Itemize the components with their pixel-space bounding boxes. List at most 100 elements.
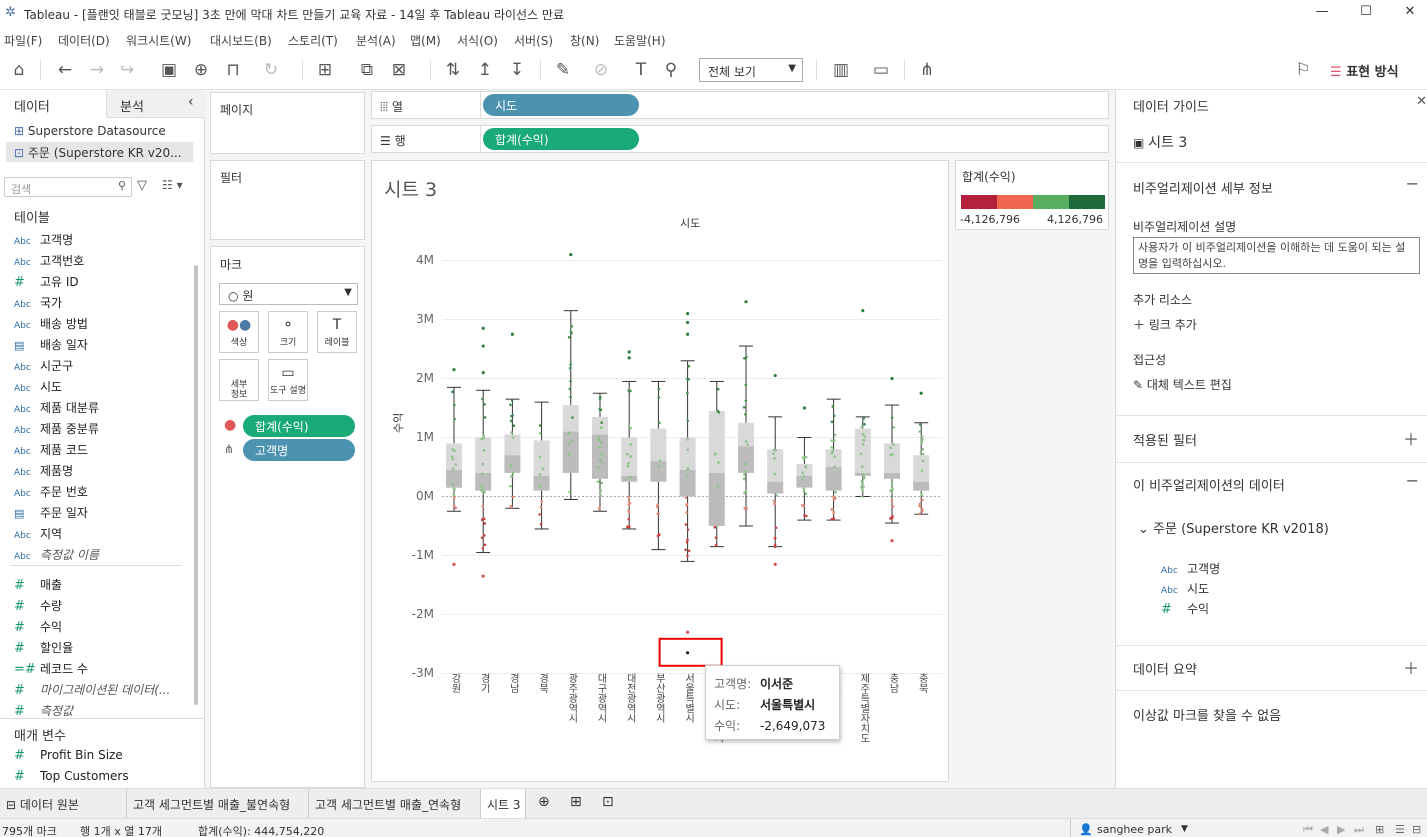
show-cards-icon[interactable]: ▥ xyxy=(830,59,852,81)
expand-icon[interactable]: ＋ xyxy=(1403,426,1419,450)
tab-data[interactable]: 데이터 xyxy=(14,96,50,115)
nav-next-icon[interactable]: ▶ xyxy=(1337,823,1345,836)
menu-window[interactable]: 창(N) xyxy=(570,32,599,49)
filters-card[interactable]: 필터 xyxy=(210,160,365,240)
field-item[interactable]: Abc 고객명 xyxy=(14,231,73,251)
pause-update-icon[interactable]: ⊓ xyxy=(222,59,244,81)
field-item[interactable]: # 고유 ID xyxy=(14,273,79,293)
swap-icon[interactable]: ⇅ xyxy=(442,59,464,81)
view-options-icon[interactable]: ☷ ▾ xyxy=(162,178,183,192)
datasource-item-selected[interactable]: ⊡ 주문 (Superstore KR v20... xyxy=(6,142,193,162)
refresh-icon[interactable]: ↻ xyxy=(260,59,282,81)
filter-icon[interactable]: ▽ xyxy=(137,178,147,193)
new-sheet-icon[interactable]: ⊞ xyxy=(314,59,336,81)
show-me-button[interactable]: ☰ 표현 방식 xyxy=(1330,61,1399,80)
new-worksheet-icon[interactable]: ⊕ xyxy=(538,789,550,819)
menu-map[interactable]: 맵(M) xyxy=(410,32,441,49)
field-item[interactable]: # 매출 xyxy=(14,576,62,596)
field-item[interactable]: Abc 고객번호 xyxy=(14,252,84,272)
new-story-icon[interactable]: ⊡ xyxy=(602,789,614,819)
mark-pill-profit[interactable]: 합계(수익) xyxy=(243,415,355,437)
tab-sheet[interactable]: 고객 세그먼트별 매출_불연속형 xyxy=(126,789,306,819)
new-dashboard-icon[interactable]: ⊞ xyxy=(570,789,582,819)
field-item[interactable]: =# 레코드 수 xyxy=(14,660,88,680)
menu-worksheet[interactable]: 워크시트(W) xyxy=(126,32,191,49)
field-item[interactable]: # Top Customers xyxy=(14,769,129,789)
tab-sheet[interactable]: 고객 세그먼트별 매출_연속형 xyxy=(308,789,478,819)
description-textarea[interactable]: 사용자가 이 비주얼리제이션을 이해하는 데 도움이 되는 설명을 입력하십시오… xyxy=(1133,237,1420,274)
field-item[interactable]: ▤ 배송 일자 xyxy=(14,336,88,356)
expand-icon[interactable]: ＋ xyxy=(1403,655,1419,679)
viz-area[interactable]: 시트 3 시도 수익 4M 3M 2M 1M 0M -1M -2M -3M 강원 경기 경남 경북 광… xyxy=(371,160,949,782)
new-datasource-icon[interactable]: ⊕ xyxy=(190,59,212,81)
tab-analysis[interactable]: 분석 xyxy=(120,96,144,115)
datasource-item[interactable]: ⊞ Superstore Datasource xyxy=(14,124,166,138)
menu-analysis[interactable]: 분석(A) xyxy=(356,32,396,49)
menu-data[interactable]: 데이터(D) xyxy=(58,32,110,49)
close-window-button[interactable]: ✕ xyxy=(1400,4,1420,22)
replay-icon[interactable]: ↪ xyxy=(116,59,138,81)
add-link-button[interactable]: ＋ 링크 추가 xyxy=(1133,316,1197,333)
field-item[interactable]: Abc 주문 번호 xyxy=(14,483,88,503)
collapse-icon[interactable]: − xyxy=(1406,174,1419,193)
field-item[interactable]: Abc 지역 xyxy=(14,525,62,545)
presentation-mode-icon[interactable]: ▭ xyxy=(870,59,892,81)
undo-icon[interactable]: ← xyxy=(54,59,76,81)
field-item[interactable]: Abc 제품명 xyxy=(14,462,73,482)
scrollbar[interactable] xyxy=(194,265,198,705)
share-icon[interactable]: ⋔ xyxy=(916,59,938,81)
home-icon[interactable]: ⌂ xyxy=(8,59,30,81)
field-item[interactable]: Abc 제품 코드 xyxy=(14,441,88,461)
tab-sheet-active[interactable]: 시트 3 xyxy=(480,789,526,819)
tooltip-button[interactable]: ▭ 도구 설명 xyxy=(268,359,308,401)
menu-story[interactable]: 스토리(T) xyxy=(288,32,338,49)
redo-icon[interactable]: → xyxy=(86,59,108,81)
field-item[interactable]: Abc 시군구 xyxy=(14,357,73,377)
field-item[interactable]: Abc 국가 xyxy=(14,294,62,314)
mark-pill-customer[interactable]: 고객명 xyxy=(243,439,355,461)
field-item[interactable]: # 할인율 xyxy=(14,639,73,659)
sort-descending-icon[interactable]: ↧ xyxy=(506,59,528,81)
list-view-icon[interactable]: ☰ xyxy=(1395,823,1405,836)
save-icon[interactable]: ▣ xyxy=(158,59,180,81)
columns-pill[interactable]: 시도 xyxy=(483,94,639,116)
menu-server[interactable]: 서버(S) xyxy=(514,32,553,49)
close-icon[interactable]: ✕ xyxy=(1416,94,1427,109)
color-button[interactable]: ●● 색상 xyxy=(219,311,259,353)
nav-prev-icon[interactable]: ◀ xyxy=(1320,823,1328,836)
field-item[interactable]: Abc 제품 대분류 xyxy=(14,399,99,419)
field-item[interactable]: Abc 측정값 이름 xyxy=(14,546,99,566)
tab-datasource[interactable]: ⊟ 데이터 원본 xyxy=(4,789,122,819)
clear-sheet-icon[interactable]: ⊠ xyxy=(388,59,410,81)
menu-format[interactable]: 서식(O) xyxy=(457,32,498,49)
paint-icon[interactable]: ⚐ xyxy=(1292,59,1314,81)
pin-axes-icon[interactable]: ⚲ xyxy=(660,59,682,81)
edit-alt-text-button[interactable]: ✎ 대체 텍스트 편집 xyxy=(1133,376,1232,393)
collapse-icon[interactable]: − xyxy=(1406,471,1419,490)
field-item[interactable]: # 측정값 xyxy=(14,702,73,722)
fit-view-select[interactable]: 전체 보기 ▼ xyxy=(699,58,803,82)
rows-shelf[interactable]: ☰ 행 합계(수익) xyxy=(371,125,1109,153)
collapse-pane-icon[interactable]: ‹ xyxy=(188,94,194,110)
columns-shelf[interactable]: ⦙⦙⦙ 열 시도 xyxy=(371,91,1109,119)
filmstrip-icon[interactable]: ⊟ xyxy=(1412,823,1421,836)
search-input[interactable]: 검색 ⚲ xyxy=(4,177,132,197)
nav-first-icon[interactable]: ⏮ xyxy=(1303,823,1313,837)
minimize-button[interactable]: — xyxy=(1312,4,1332,22)
menu-dashboard[interactable]: 대시보드(B) xyxy=(210,32,272,49)
color-legend[interactable]: 합계(수익) -4,126,796 4,126,796 xyxy=(955,160,1109,230)
field-item[interactable]: # 수익 xyxy=(14,618,62,638)
field-item[interactable]: Abc 제품 중분류 xyxy=(14,420,99,440)
show-labels-icon[interactable]: T xyxy=(630,59,652,81)
grid-view-icon[interactable]: ⊞ xyxy=(1375,823,1384,836)
field-item[interactable]: # Profit Bin Size xyxy=(14,748,123,768)
label-button[interactable]: T 레이블 xyxy=(317,311,357,353)
menu-help[interactable]: 도움말(H) xyxy=(614,32,666,49)
menu-file[interactable]: 파일(F) xyxy=(4,32,42,49)
detail-button[interactable]: 세부 정보 xyxy=(219,359,259,401)
source-item[interactable]: ⌄ 주문 (Superstore KR v2018) xyxy=(1138,518,1329,537)
sort-ascending-icon[interactable]: ↥ xyxy=(474,59,496,81)
mark-type-select[interactable]: ○ 원 ▼ xyxy=(219,283,358,305)
field-item[interactable]: Abc 배송 방법 xyxy=(14,315,88,335)
group-icon[interactable]: ⊘ xyxy=(590,59,612,81)
